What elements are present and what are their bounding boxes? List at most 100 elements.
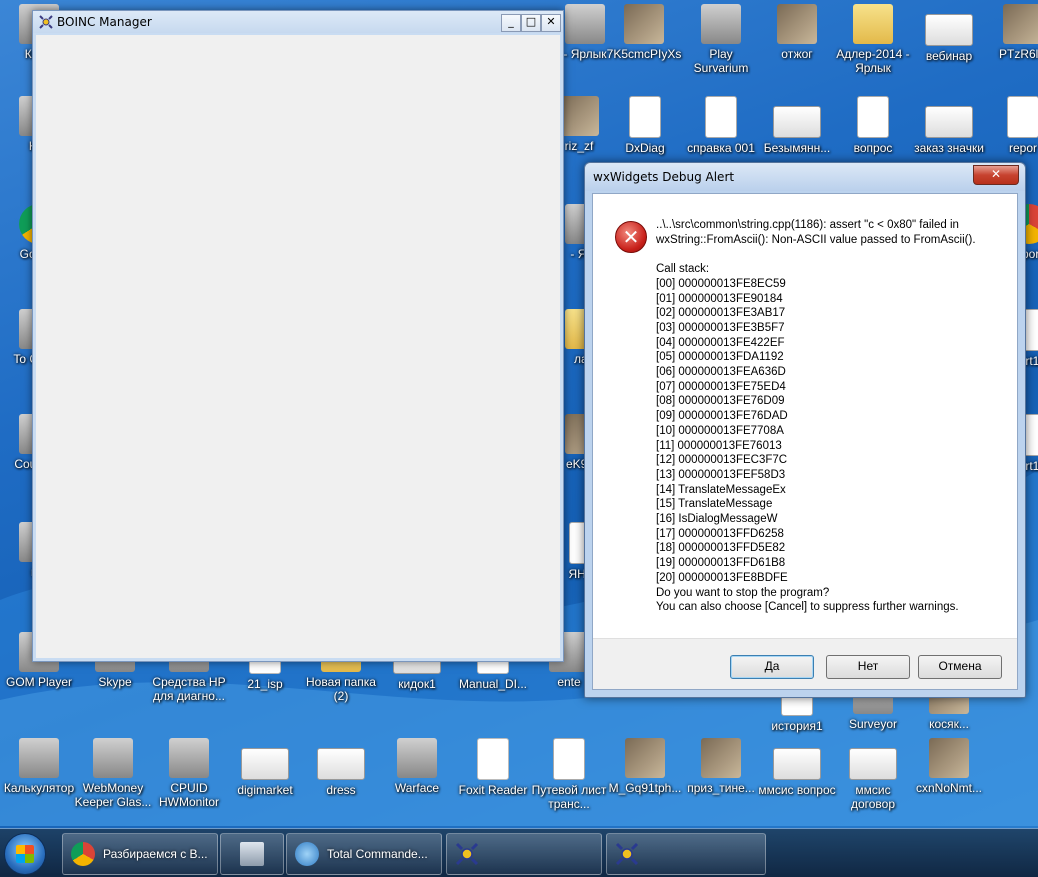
desktop-icon[interactable]: cxnNoNmt... <box>909 738 989 795</box>
desktop-icon-label: косяк... <box>929 717 969 731</box>
maximize-button[interactable]: □ <box>521 14 541 32</box>
desktop-icon[interactable]: repor <box>983 96 1038 155</box>
desktop-icon[interactable]: ммсис договор <box>833 738 913 811</box>
minimize-button[interactable]: _ <box>501 14 521 32</box>
doc-icon <box>705 96 737 138</box>
taskbar-item-label: Total Commande... <box>327 847 428 861</box>
app-icon <box>93 738 133 778</box>
desktop-icon-label: M_Gq91tph... <box>608 781 682 795</box>
message-line: [05] 000000013FDA1192 <box>656 351 784 364</box>
boinc-title-bar[interactable]: BOINC Manager _ □ ✕ <box>33 11 563 33</box>
desktop-icon[interactable]: Warface <box>377 738 457 795</box>
message-line: Call stack: <box>656 263 710 276</box>
message-line <box>656 247 1007 262</box>
taskbar-item-chrome[interactable]: Разбираемся с В... <box>62 833 218 875</box>
desktop-icon[interactable]: digimarket <box>225 738 305 797</box>
desktop-icon-label: ммсис договор <box>850 783 896 811</box>
desktop-icon-label: справка 001 <box>687 141 755 155</box>
cancel-button[interactable]: Отмена <box>918 655 1002 679</box>
desktop-icon-label: GOM Player <box>5 675 72 689</box>
desktop-icon[interactable]: Калькулятор <box>0 738 79 795</box>
desktop-icon-label: digimarket <box>237 783 293 797</box>
dialog-title: wxWidgets Debug Alert <box>593 170 735 184</box>
desktop-icon-label: Калькулятор <box>3 781 75 795</box>
start-button[interactable] <box>4 833 46 875</box>
desktop-icon[interactable]: отжог <box>757 4 837 61</box>
app-icon <box>397 738 437 778</box>
total-commander-icon <box>295 842 319 866</box>
windows-logo-icon <box>16 845 34 863</box>
desktop-icon-label: 7K5cmcPIyXs <box>606 47 682 61</box>
photo-icon <box>777 4 817 44</box>
desktop-icon[interactable]: 7K5cmcPIyXs <box>604 4 684 61</box>
desktop-icon-label: Новая папка (2) <box>306 675 376 703</box>
desktop-icon[interactable]: вебинар <box>909 4 989 63</box>
app-icon <box>565 4 605 44</box>
photo-icon <box>1003 4 1038 44</box>
desktop-icon[interactable]: приз_тине... <box>681 738 761 795</box>
desktop-icon[interactable]: Путевой лист транс... <box>529 738 609 811</box>
yes-button[interactable]: Да <box>730 655 814 679</box>
desktop-icon-label: WebMoney Keeper Glas... <box>74 781 152 809</box>
desktop-icon-label: Foxit Reader <box>458 783 528 797</box>
desktop-icon[interactable]: dress <box>301 738 381 797</box>
debug-alert-dialog[interactable]: wxWidgets Debug Alert ✕ ✕ ..\..\src\comm… <box>584 162 1026 698</box>
message-line: You can also choose [Cancel] to suppress… <box>656 601 959 614</box>
desktop-icon-label: вебинар <box>925 49 973 63</box>
message-line: [08] 000000013FE76D09 <box>656 395 785 408</box>
taskbar-item-total-commander[interactable]: Total Commande... <box>286 833 442 875</box>
desktop-icon[interactable]: M_Gq91tph... <box>605 738 685 795</box>
message-line: [13] 000000013FEF58D3 <box>656 468 786 481</box>
desktop-icon-label: DxDiag <box>625 141 665 155</box>
desktop-icon[interactable]: Foxit Reader <box>453 738 533 797</box>
desktop-icon[interactable]: Play Survarium <box>681 4 761 75</box>
boinc-manager-window[interactable]: BOINC Manager _ □ ✕ <box>32 10 564 662</box>
message-line: [04] 000000013FE422EF <box>656 336 785 349</box>
desktop-icon-label: отжог <box>781 47 813 61</box>
message-line: [07] 000000013FE75ED4 <box>656 380 786 393</box>
desktop-icon-label: Адлер-2014 - Ярлык <box>836 47 910 75</box>
message-line: [01] 000000013FE90184 <box>656 292 783 305</box>
dialog-button-bar: Да Нет Отмена <box>593 638 1017 689</box>
photo-icon <box>625 738 665 778</box>
boinc-client-area <box>36 35 560 658</box>
taskbar-item-label: Разбираемся с В... <box>103 847 208 861</box>
close-button[interactable]: ✕ <box>541 14 561 32</box>
desktop-icon-label: ммсис вопрос <box>758 783 836 797</box>
desktop-icon[interactable]: заказ значки <box>909 96 989 155</box>
no-button[interactable]: Нет <box>826 655 910 679</box>
message-line: [06] 000000013FEA636D <box>656 366 786 379</box>
desktop-icon-label: PTzR6lw <box>998 47 1038 61</box>
dialog-body: ✕ ..\..\src\common\string.cpp(1186): ass… <box>592 193 1018 690</box>
shot-icon <box>849 748 897 780</box>
dialog-title-bar[interactable]: wxWidgets Debug Alert <box>585 163 1025 191</box>
shot-icon <box>241 748 289 780</box>
desktop-icon[interactable]: ммсис вопрос <box>757 738 837 797</box>
desktop-icon[interactable]: Адлер-2014 - Ярлык <box>833 4 913 75</box>
message-line: [03] 000000013FE3B5F7 <box>656 321 785 334</box>
message-line: [00] 000000013FE8EC59 <box>656 277 786 290</box>
desktop-icon[interactable]: справка 001 <box>681 96 761 155</box>
taskbar-item-boinc-2[interactable] <box>606 833 766 875</box>
photo-icon <box>624 4 664 44</box>
desktop-icon[interactable]: вопрос <box>833 96 913 155</box>
desktop-icon-label: Play Survarium <box>693 47 749 75</box>
desktop-icon[interactable]: PTzR6lw <box>983 4 1038 61</box>
desktop-icon-label: dress <box>326 783 356 797</box>
desktop-icon[interactable]: WebMoney Keeper Glas... <box>73 738 153 809</box>
desktop-icon[interactable]: CPUID HWMonitor <box>149 738 229 809</box>
app-icon <box>701 4 741 44</box>
dialog-close-button[interactable]: ✕ <box>973 165 1019 185</box>
taskbar-item-boinc-1[interactable] <box>446 833 602 875</box>
message-line: Do you want to stop the program? <box>656 586 830 599</box>
desktop-icon[interactable]: DxDiag <box>605 96 685 155</box>
desktop-icon[interactable]: Безымянн... <box>757 96 837 155</box>
boinc-icon <box>615 842 639 866</box>
message-line: [18] 000000013FFD5E82 <box>656 542 786 555</box>
taskbar-item-calculator[interactable] <box>220 833 284 875</box>
desktop-icon-label: 21_isp <box>247 677 283 691</box>
doc-icon <box>629 96 661 138</box>
message-line: ..\..\src\common\string.cpp(1186): asser… <box>656 219 959 231</box>
pdf-icon <box>477 738 509 780</box>
message-line: [11] 000000013FE76013 <box>656 439 782 452</box>
